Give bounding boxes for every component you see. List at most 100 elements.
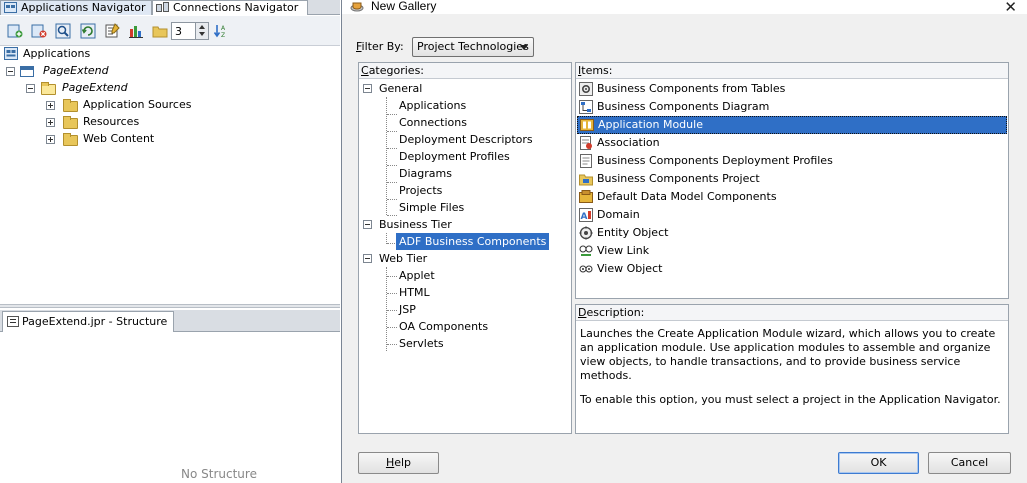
tree-line (386, 267, 387, 351)
tree-line (387, 276, 397, 277)
folder-icon[interactable] (152, 23, 168, 39)
item-entity-object[interactable]: Entity Object (577, 224, 1007, 242)
item-domain[interactable]: A Domain (577, 206, 1007, 224)
structure-panel: No Structure (0, 333, 340, 483)
category-label: Applet (399, 269, 435, 282)
level-spinner-value[interactable]: 3 (175, 25, 182, 38)
category-label: Servlets (399, 337, 444, 350)
close-icon[interactable]: ✕ (1004, 0, 1017, 16)
dialog-titlebar: New Gallery ✕ (342, 0, 1027, 16)
item-label: Business Components Diagram (597, 100, 770, 113)
tree-node-resources[interactable]: Resources (46, 114, 246, 130)
tree-line (387, 131, 397, 132)
applications-icon (4, 47, 18, 60)
categories-header-text: ategories: (368, 64, 425, 77)
sort-icon[interactable]: AZ (213, 23, 229, 39)
category-simple-files[interactable]: Simple Files (399, 199, 464, 216)
category-deployment-profiles[interactable]: Deployment Profiles (399, 148, 510, 165)
item-business-components-project[interactable]: Business Components Project (577, 170, 1007, 188)
spinner-down-icon[interactable] (199, 32, 205, 36)
domain-icon: A (579, 208, 593, 222)
tree-line (387, 165, 397, 166)
tree-node-application-sources[interactable]: Application Sources (46, 97, 246, 113)
tab-applications-navigator[interactable]: Applications Navigator (0, 0, 152, 15)
category-servlets[interactable]: Servlets (399, 335, 444, 352)
filter-by-value: Project Technologies (417, 40, 529, 53)
project-folder-icon (41, 82, 56, 95)
category-oa-components[interactable]: OA Components (399, 318, 488, 335)
category-label: ADF Business Components (399, 235, 547, 248)
category-adf-business-components[interactable]: ADF Business Components (396, 233, 550, 250)
tab-connections-navigator[interactable]: Connections Navigator (152, 0, 308, 15)
find-icon[interactable] (55, 23, 71, 39)
collapse-icon[interactable] (363, 220, 372, 229)
tree-node-web-content[interactable]: Web Content (46, 131, 246, 147)
view-link-icon (579, 245, 593, 256)
item-business-components-deployment-profiles[interactable]: Business Components Deployment Profiles (577, 152, 1007, 170)
pane-splitter[interactable] (0, 304, 340, 308)
category-label: Deployment Descriptors (399, 133, 533, 146)
chart-icon[interactable] (128, 23, 144, 39)
delete-icon[interactable] (31, 23, 47, 39)
new-application-icon[interactable] (7, 23, 23, 39)
category-applications[interactable]: Applications (399, 97, 466, 114)
properties-icon[interactable] (104, 23, 120, 39)
category-web-tier[interactable]: Web Tier (363, 250, 483, 267)
filter-by-select[interactable]: Project Technologies (412, 37, 534, 57)
category-applet[interactable]: Applet (399, 267, 435, 284)
expand-icon[interactable] (46, 135, 55, 144)
description-header: Description: (576, 305, 1008, 321)
category-jsp[interactable]: JSP (399, 301, 416, 318)
category-general[interactable]: General (363, 80, 483, 97)
refresh-icon[interactable] (80, 23, 96, 39)
collapse-icon[interactable] (363, 84, 372, 93)
description-text: Launches the Create Application Module w… (580, 327, 1002, 417)
category-html[interactable]: HTML (399, 284, 430, 301)
cancel-button-label: Cancel (950, 456, 989, 469)
help-button[interactable]: Help (358, 452, 439, 474)
tab-applications-navigator-label: Applications Navigator (21, 1, 146, 14)
expand-icon[interactable] (46, 101, 55, 110)
category-projects[interactable]: Projects (399, 182, 442, 199)
item-view-link[interactable]: View Link (577, 242, 1007, 260)
tree-line (387, 327, 397, 328)
tree-line (387, 182, 397, 183)
item-application-module[interactable]: Application Module (577, 116, 1007, 134)
tree-node-label: Resources (83, 115, 140, 128)
item-label: Business Components Project (597, 172, 760, 185)
tree-node-app-pageextend[interactable]: PageExtend (6, 63, 206, 79)
spinner-up-icon[interactable] (199, 25, 205, 29)
entity-object-icon (579, 226, 593, 240)
collapse-icon[interactable] (363, 254, 372, 263)
ok-button[interactable]: OK (838, 452, 919, 474)
item-business-components-from-tables[interactable]: Business Components from Tables (577, 80, 1007, 98)
tree-node-project-pageextend[interactable]: PageExtend (26, 80, 226, 96)
tab-structure[interactable]: PageExtend.jpr - Structure (2, 311, 174, 332)
items-header: Items: (576, 63, 1008, 79)
level-spinner-buttons[interactable] (195, 23, 208, 39)
tree-line (387, 293, 397, 294)
tree-line (387, 344, 397, 345)
collapse-icon[interactable] (26, 84, 35, 93)
structure-icon (7, 316, 19, 327)
item-view-object[interactable]: View Object (577, 260, 1007, 278)
item-default-data-model-components[interactable]: Default Data Model Components (577, 188, 1007, 206)
item-association[interactable]: Association (577, 134, 1007, 152)
category-connections[interactable]: Connections (399, 114, 467, 131)
data-model-icon (579, 190, 593, 203)
tree-node-applications[interactable]: Applications (4, 46, 204, 62)
ide-left-pane: Applications Navigator Connections Navig… (0, 0, 340, 483)
cancel-button[interactable]: Cancel (928, 452, 1011, 474)
view-object-icon (579, 265, 593, 273)
category-label: HTML (399, 286, 430, 299)
item-label: Business Components from Tables (597, 82, 786, 95)
category-label: Simple Files (399, 201, 465, 214)
category-business-tier[interactable]: Business Tier (363, 216, 483, 233)
collapse-icon[interactable] (6, 67, 15, 76)
item-business-components-diagram[interactable]: Business Components Diagram (577, 98, 1007, 116)
category-diagrams[interactable]: Diagrams (399, 165, 452, 182)
level-spinner[interactable]: 3 (171, 22, 209, 40)
expand-icon[interactable] (46, 118, 55, 127)
folder-icon (63, 116, 78, 129)
category-deployment-descriptors[interactable]: Deployment Descriptors (399, 131, 533, 148)
